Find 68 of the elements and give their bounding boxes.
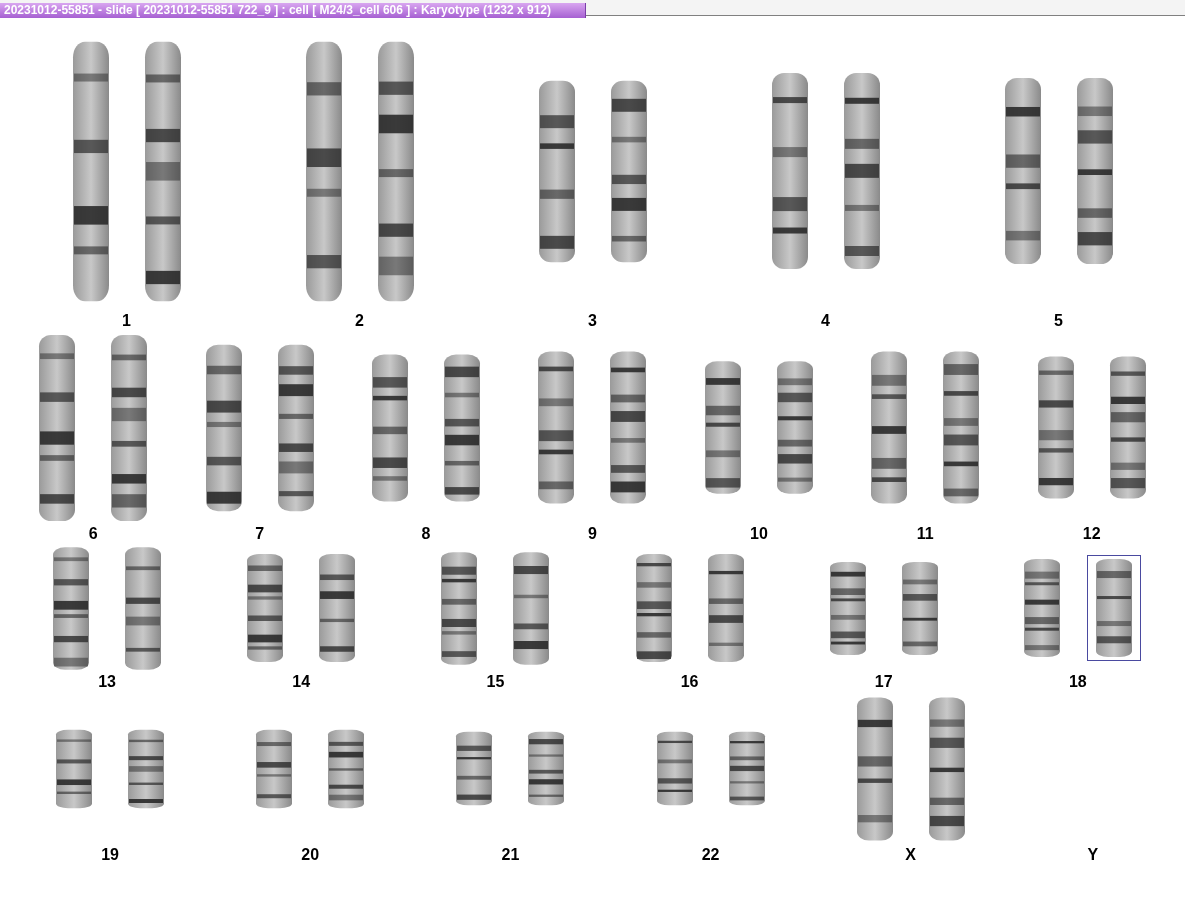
chromosome-drawing[interactable] [726,731,767,806]
chromosome-drawing[interactable] [841,71,882,271]
chromosome-number: 10 [750,525,768,543]
chromosome-number: 22 [701,846,720,864]
chromosome-drawing[interactable] [51,545,92,671]
chromosome-drawing[interactable] [275,342,316,513]
chromosome-number: 2 [355,312,364,330]
chromosome-drawing[interactable] [827,560,868,656]
chromosome-drawing[interactable] [370,352,411,503]
chromosome-drawing[interactable] [526,731,567,806]
chromosome-drawing[interactable] [203,342,244,513]
chromosome-number: 21 [501,846,520,864]
chromosome-drawing[interactable] [1002,76,1043,266]
chromosome-number: 15 [486,673,505,691]
chromosome-drawing[interactable] [439,550,480,666]
chromosome-drawing[interactable] [454,731,495,806]
chromosome-drawing[interactable] [705,553,746,663]
chromosome-number: 6 [88,525,98,543]
chromosome-drawing[interactable] [1035,355,1076,500]
chromosome-drawing[interactable] [536,78,577,264]
chromosome-number: 13 [98,673,116,691]
chromosome-drawing[interactable] [774,360,815,495]
chromosome-number: 1 [122,312,131,330]
chromosome-drawing[interactable] [854,695,895,842]
window-title: 20231012-55851 - slide [ 20231012-55851 722_9 ] : cell [ M24/3_cell 606 ] : Karyotype (1232 x 912) [0,3,586,18]
chromosome-drawing[interactable] [869,350,910,505]
chromosome-drawing[interactable] [511,550,552,666]
chromosome-drawing[interactable] [608,78,649,264]
chromosome-number: 9 [588,525,597,543]
chromosome-drawing[interactable] [899,560,940,656]
chromosome-drawing[interactable] [1107,355,1148,500]
chromosome-drawing[interactable] [254,728,295,809]
chromosome-drawing[interactable] [702,360,743,495]
chromosome-drawing[interactable] [608,350,649,505]
chromosome-number: 12 [1082,525,1101,543]
chromosome-drawing[interactable] [37,332,78,523]
chromosome-number: 8 [421,525,431,543]
chromosome-drawing[interactable] [926,695,967,842]
chromosome-number: X [905,846,917,864]
chromosome-drawing[interactable] [633,553,674,663]
chromosome-drawing[interactable] [1093,558,1134,658]
chromosome-drawing[interactable] [769,71,810,271]
chromosome-number: 17 [874,673,893,691]
chromosome-number: Y [1087,846,1099,864]
chromosome-drawing[interactable] [126,728,167,809]
chromosome-drawing[interactable] [1021,558,1062,658]
chromosome-drawing[interactable] [326,728,367,809]
chromosome-number: 7 [255,525,265,543]
chromosome-drawing[interactable] [442,352,483,503]
chromosome-drawing[interactable] [245,553,286,663]
chromosome-number: 16 [680,673,699,691]
chromosome-number: 11 [916,525,934,543]
chromosome-drawing[interactable] [654,731,695,806]
chromosome-drawing[interactable] [123,545,164,671]
chromosome-drawing[interactable] [536,350,577,505]
chromosome-number: 4 [821,312,830,330]
chromosome-drawing[interactable] [109,332,150,523]
chromosome-number: 20 [301,846,320,864]
chromosome-drawing[interactable] [941,350,982,505]
chromosome-drawing[interactable] [54,728,95,809]
chromosome-number: 14 [292,673,311,691]
chromosome-number: 18 [1068,673,1087,691]
chromosome-drawing[interactable] [1074,76,1115,266]
chromosome-drawing[interactable] [317,553,358,663]
chromosome-number: 5 [1054,312,1063,330]
selection-frame[interactable] [1086,555,1141,661]
chromosome-number: 19 [101,846,119,864]
chromosome-number: 3 [588,312,597,330]
